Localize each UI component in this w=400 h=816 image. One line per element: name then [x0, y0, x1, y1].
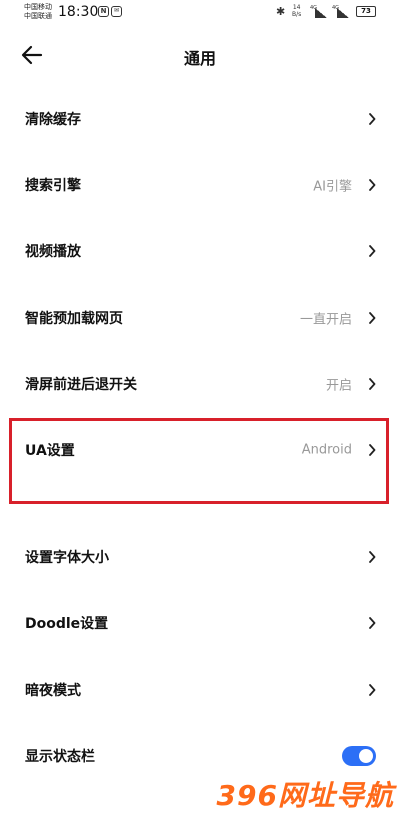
chevron-right-icon	[369, 617, 376, 629]
status-indicators: ✱ 14 B/s 4G 4G 73	[276, 4, 376, 20]
chevron-right-icon	[369, 179, 376, 191]
chevron-right-icon	[369, 113, 376, 125]
network-speed: 14 B/s	[292, 4, 301, 18]
status-bar: 中国移动 中国联通 18:30 N ✉ ✱ 14 B/s 4G 4G 73	[0, 0, 400, 28]
chevron-right-icon	[369, 551, 376, 563]
setting-value: 一直开启	[299, 312, 352, 328]
setting-label: 视频播放	[25, 244, 81, 260]
setting-label: 显示状态栏	[25, 749, 95, 765]
setting-label: 滑屏前进后退开关	[25, 377, 137, 393]
setting-dark-mode[interactable]: 暗夜模式	[0, 660, 400, 720]
battery-icon: 73	[356, 6, 376, 17]
setting-doodle[interactable]: Doodle设置	[0, 593, 400, 653]
setting-label: 暗夜模式	[25, 683, 81, 699]
setting-smart-preload[interactable]: 智能预加载网页 一直开启	[0, 288, 400, 348]
notification-message-icon: ✉	[111, 6, 122, 17]
setting-swipe-navigation[interactable]: 滑屏前进后退开关 开启	[0, 354, 400, 414]
setting-clear-cache[interactable]: 清除缓存	[0, 89, 400, 149]
notification-n-icon: N	[98, 6, 109, 17]
setting-video-playback[interactable]: 视频播放	[0, 221, 400, 281]
network-speed-value: 14	[292, 4, 301, 11]
setting-label: 清除缓存	[25, 112, 81, 128]
watermark: 396网址导航	[216, 779, 394, 812]
chevron-right-icon	[369, 245, 376, 257]
toggle-knob	[359, 749, 373, 763]
carrier-2: 中国联通	[24, 12, 52, 20]
signal-1-icon: 4G	[310, 5, 328, 18]
signal-2-icon: 4G	[332, 5, 350, 18]
setting-label: 设置字体大小	[25, 550, 109, 566]
setting-label: Doodle设置	[25, 616, 109, 632]
carrier-info: 中国移动 中国联通	[24, 3, 52, 21]
bluetooth-icon: ✱	[276, 5, 286, 18]
carrier-1: 中国移动	[24, 3, 52, 11]
chevron-right-icon	[369, 378, 376, 390]
status-time: 18:30	[58, 4, 99, 20]
ua-highlight-box	[9, 418, 389, 504]
setting-value: 开启	[325, 378, 352, 394]
page-title: 通用	[183, 49, 216, 68]
chevron-right-icon	[369, 684, 376, 696]
status-bar-toggle[interactable]	[342, 746, 376, 766]
chevron-right-icon	[369, 312, 376, 324]
setting-label: 智能预加载网页	[25, 311, 123, 327]
battery-level: 73	[361, 7, 371, 15]
setting-value: AI引擎	[313, 179, 352, 195]
setting-label: 搜索引擎	[25, 178, 81, 194]
network-speed-unit: B/s	[292, 11, 302, 18]
setting-font-size[interactable]: 设置字体大小	[0, 527, 400, 587]
setting-search-engine[interactable]: 搜索引擎 AI引擎	[0, 155, 400, 215]
header: 通用	[0, 28, 400, 84]
